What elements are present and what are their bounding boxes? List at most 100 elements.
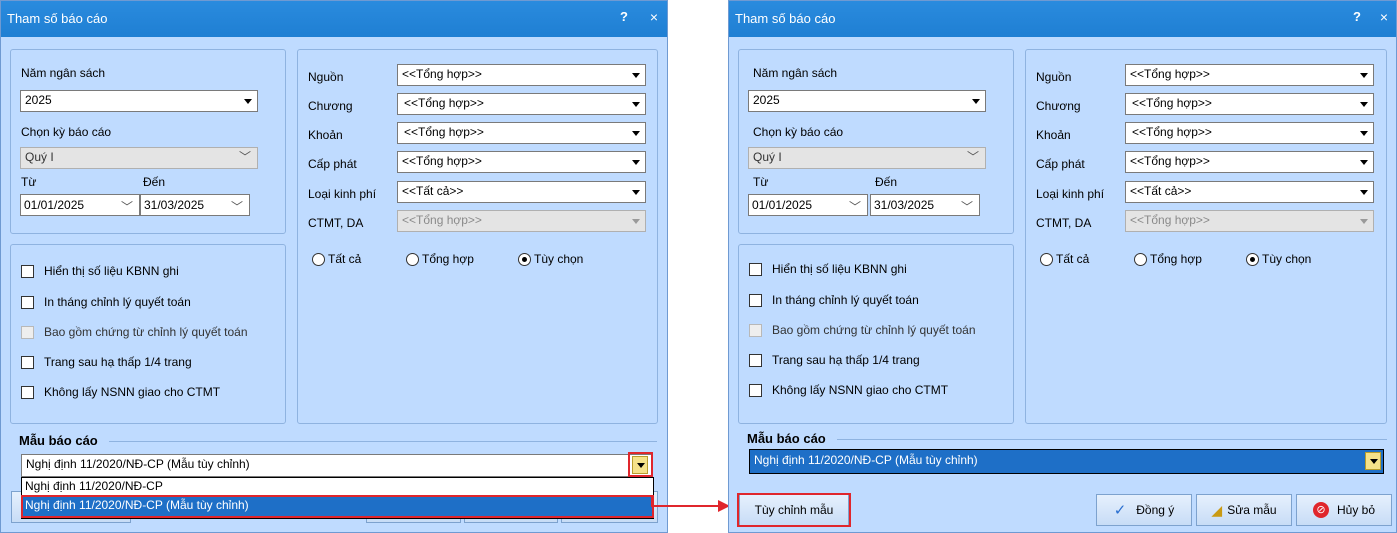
- cap-phat-value: <<Tổng hợp>>: [1130, 154, 1210, 168]
- dropdown-arrow-icon: [1360, 102, 1368, 107]
- option-khong-lay-nsnn[interactable]: Không lấy NSNN giao cho CTMT: [749, 383, 948, 397]
- option-in-thang-chinh-ly[interactable]: In tháng chỉnh lý quyết toán: [21, 295, 191, 309]
- radio-tong-hop[interactable]: Tổng hợp: [406, 252, 474, 266]
- help-button[interactable]: ?: [617, 9, 631, 24]
- dropdown-arrow-icon: [972, 99, 980, 104]
- nam-ngan-sach-label: Năm ngân sách: [753, 66, 838, 80]
- dialog-right: Tham số báo cáo ? × Năm ngân sách 2025 C…: [728, 0, 1397, 533]
- den-date-picker[interactable]: 31/03/2025 ﹀: [870, 194, 980, 216]
- option-khong-lay-nsnn[interactable]: Không lấy NSNN giao cho CTMT: [21, 385, 220, 399]
- dropdown-arrow-icon[interactable]: [1365, 452, 1381, 470]
- close-button[interactable]: ×: [647, 9, 661, 25]
- dialog-title: Tham số báo cáo: [7, 11, 108, 26]
- chon-ky-combo[interactable]: Quý I ﹀: [20, 147, 258, 169]
- radio-tuy-chon[interactable]: Tùy chọn: [1246, 252, 1311, 266]
- checkbox-icon: [21, 385, 34, 399]
- option-label: Bao gồm chứng từ chỉnh lý quyết toán: [772, 323, 976, 337]
- checkbox-icon: [749, 323, 762, 337]
- dong-y-button[interactable]: ✓ Đồng ý: [1096, 494, 1192, 526]
- dropdown-arrow-icon: [632, 73, 640, 78]
- chuong-combo[interactable]: <<Tổng hợp>>: [1125, 93, 1374, 115]
- ctmt-da-label: CTMT, DA: [308, 216, 364, 230]
- nguon-value: <<Tổng hợp>>: [1130, 67, 1210, 81]
- dropdown-arrow-icon: [632, 219, 640, 224]
- cap-phat-combo[interactable]: <<Tổng hợp>>: [1125, 151, 1374, 173]
- filter-panel: Nguồn <<Tổng hợp>> Chương <<Tổng hợp>> K…: [297, 49, 658, 424]
- checkmark-icon: ✓: [1113, 502, 1127, 519]
- option-in-thang-chinh-ly[interactable]: In tháng chỉnh lý quyết toán: [749, 293, 919, 307]
- radio-tuy-chon-label: Tùy chọn: [1262, 252, 1312, 266]
- nam-ngan-sach-value: 2025: [25, 93, 52, 107]
- cap-phat-combo[interactable]: <<Tổng hợp>>: [397, 151, 646, 173]
- edit-ruler-icon: ◢: [1211, 501, 1223, 518]
- checkbox-icon: [21, 325, 34, 339]
- checkbox-icon: [21, 355, 34, 369]
- radio-circle-icon: [312, 252, 325, 266]
- chon-ky-combo[interactable]: Quý I ﹀: [748, 147, 986, 169]
- tu-label: Từ: [21, 175, 37, 189]
- option-label: In tháng chỉnh lý quyết toán: [772, 293, 919, 307]
- close-button[interactable]: ×: [1377, 9, 1391, 25]
- cap-phat-value: <<Tổng hợp>>: [402, 154, 482, 168]
- checkbox-icon: [21, 264, 34, 278]
- nguon-combo[interactable]: <<Tổng hợp>>: [1125, 64, 1374, 86]
- radio-tong-hop-label: Tổng hợp: [1150, 252, 1202, 266]
- loai-kinh-phi-combo[interactable]: <<Tất cả>>: [1125, 181, 1374, 203]
- nam-ngan-sach-combo[interactable]: 2025: [20, 90, 258, 112]
- tu-date-picker[interactable]: 01/01/2025 ﹀: [748, 194, 868, 216]
- chuong-value: <<Tổng hợp>>: [404, 96, 484, 110]
- radio-tat-ca[interactable]: Tất cả: [312, 252, 361, 266]
- dropdown-arrow-icon: [632, 131, 640, 136]
- tu-date-picker[interactable]: 01/01/2025 ﹀: [20, 194, 140, 216]
- annotation-arrow-icon: [651, 497, 730, 512]
- radio-circle-icon: [1134, 252, 1147, 266]
- mau-bao-cao-combo[interactable]: Nghị định 11/2020/NĐ-CP (Mẫu tùy chỉnh): [749, 449, 1384, 474]
- loai-kinh-phi-label: Loại kinh phí: [308, 187, 377, 201]
- option-bao-gom-chung-tu[interactable]: Bao gồm chứng từ chỉnh lý quyết toán: [749, 323, 976, 337]
- option-trang-sau-ha-thap[interactable]: Trang sau hạ thấp 1/4 trang: [749, 353, 920, 367]
- tu-date-value: 01/01/2025: [752, 198, 813, 212]
- den-date-value: 31/03/2025: [144, 198, 205, 212]
- khoan-combo[interactable]: <<Tổng hợp>>: [397, 122, 646, 144]
- dropdown-arrow-icon: [1360, 219, 1368, 224]
- annotation-highlight: [21, 495, 654, 518]
- mau-bao-cao-combo[interactable]: Nghị định 11/2020/NĐ-CP (Mẫu tùy chỉnh): [21, 454, 653, 477]
- cap-phat-label: Cấp phát: [1036, 157, 1085, 171]
- option-hien-thi-kbnn[interactable]: Hiển thị số liệu KBNN ghi: [749, 262, 907, 276]
- den-label: Đến: [875, 175, 898, 189]
- chuong-combo[interactable]: <<Tổng hợp>>: [397, 93, 646, 115]
- ctmt-da-value: <<Tổng hợp>>: [1130, 213, 1210, 227]
- sua-mau-button[interactable]: ◢ Sửa mẫu: [1196, 494, 1292, 526]
- radio-circle-icon: [1040, 252, 1053, 266]
- radio-selected-icon: [1246, 252, 1259, 266]
- title-bar: Tham số báo cáo ? ×: [729, 1, 1396, 37]
- annotation-highlight: [737, 493, 851, 527]
- radio-tong-hop[interactable]: Tổng hợp: [1134, 252, 1202, 266]
- option-hien-thi-kbnn[interactable]: Hiển thị số liệu KBNN ghi: [21, 264, 179, 278]
- loai-kinh-phi-combo[interactable]: <<Tất cả>>: [397, 181, 646, 203]
- chon-ky-value: Quý I: [753, 150, 782, 164]
- dropdown-arrow-icon: [632, 160, 640, 165]
- radio-tat-ca[interactable]: Tất cả: [1040, 252, 1089, 266]
- nguon-combo[interactable]: <<Tổng hợp>>: [397, 64, 646, 86]
- radio-tong-hop-label: Tổng hợp: [422, 252, 474, 266]
- cancel-icon: ⊘: [1312, 502, 1329, 518]
- dropdown-arrow-icon: [1360, 160, 1368, 165]
- den-label: Đến: [143, 175, 166, 189]
- ctmt-da-combo[interactable]: <<Tổng hợp>>: [397, 210, 646, 232]
- options-panel: Hiển thị số liệu KBNN ghi In tháng chỉnh…: [10, 244, 286, 424]
- radio-selected-icon: [518, 252, 531, 266]
- radio-circle-icon: [406, 252, 419, 266]
- radio-tuy-chon[interactable]: Tùy chọn: [518, 252, 583, 266]
- nam-ngan-sach-combo[interactable]: 2025: [748, 90, 986, 112]
- help-button[interactable]: ?: [1350, 9, 1364, 24]
- dropdown-arrow-icon: [1360, 131, 1368, 136]
- nguon-value: <<Tổng hợp>>: [402, 67, 482, 81]
- khoan-combo[interactable]: <<Tổng hợp>>: [1125, 122, 1374, 144]
- huy-bo-button[interactable]: ⊘ Hủy bỏ: [1296, 494, 1392, 526]
- option-trang-sau-ha-thap[interactable]: Trang sau hạ thấp 1/4 trang: [21, 355, 192, 369]
- option-bao-gom-chung-tu[interactable]: Bao gồm chứng từ chỉnh lý quyết toán: [21, 325, 248, 339]
- ctmt-da-combo[interactable]: <<Tổng hợp>>: [1125, 210, 1374, 232]
- chuong-label: Chương: [308, 99, 353, 113]
- den-date-picker[interactable]: 31/03/2025 ﹀: [140, 194, 250, 216]
